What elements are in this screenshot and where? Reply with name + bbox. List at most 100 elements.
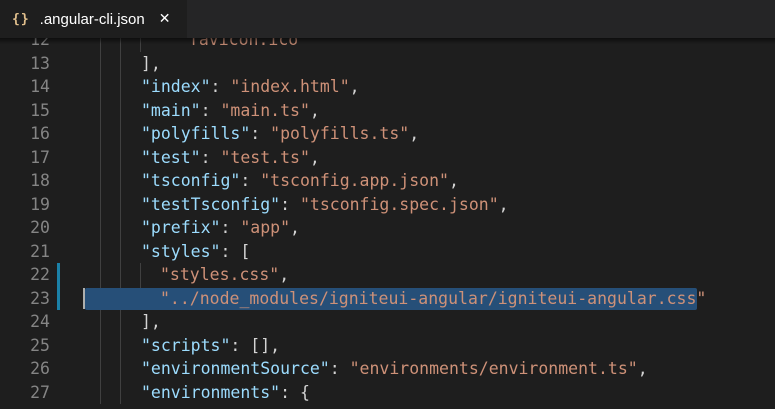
code-line[interactable]: 22 "styles.css", (0, 263, 775, 287)
indent-guide (100, 216, 101, 240)
code-text: "environments": { (141, 381, 310, 405)
code-text: ], (141, 52, 161, 76)
code-text: "polyfills": "polyfills.ts", (141, 122, 419, 146)
indent-guide (120, 169, 121, 193)
indent-guide (120, 357, 121, 381)
line-number: 27 (30, 382, 50, 402)
code-line[interactable]: 25 "scripts": [], (0, 333, 775, 358)
json-string: "tsconfig.spec.json" (299, 194, 499, 214)
json-punctuation: ], (141, 53, 161, 73)
indent-guide (100, 51, 101, 75)
scroll-shadow (0, 38, 775, 44)
code-line[interactable]: 18 "tsconfig": "tsconfig.app.json", (0, 169, 775, 193)
code-line[interactable]: 15 "main": "main.ts", (0, 98, 775, 123)
tab-angular-cli-json[interactable]: {} .angular-cli.json ✕ (0, 0, 187, 38)
line-number: 24 (30, 312, 50, 331)
json-string: "styles.css" (160, 265, 280, 284)
json-punctuation: , (409, 124, 420, 143)
indent-guide (100, 169, 101, 193)
indent-guide (100, 145, 101, 169)
line-number: 26 (30, 359, 50, 378)
code-line[interactable]: 16 "polyfills": "polyfills.ts", (0, 122, 775, 146)
json-punctuation: : { (280, 382, 310, 402)
json-punctuation: : (210, 77, 231, 96)
line-number: 25 (30, 335, 50, 355)
code-line[interactable]: 21 "styles": [ (0, 239, 775, 264)
indent-guide (120, 263, 121, 287)
indent-guide (120, 51, 121, 75)
json-punctuation: , (279, 265, 290, 284)
line-number: 19 (30, 194, 50, 214)
indent-guide (100, 333, 101, 357)
line-number: 13 (30, 53, 50, 73)
json-key: "index" (141, 77, 211, 96)
line-number: 14 (30, 77, 50, 96)
code-text: "environmentSource": "environments/envir… (141, 357, 648, 381)
json-file-icon: {} (12, 11, 30, 27)
code-line[interactable]: 14 "index": "index.html", (0, 75, 775, 99)
code-text: "test": "test.ts", (141, 146, 320, 170)
json-punctuation: : (280, 194, 300, 214)
code-line[interactable]: 27 "environments": { (0, 380, 775, 405)
json-key: "main" (141, 100, 201, 120)
line-number: 23 (30, 288, 50, 308)
code-line[interactable]: 17 "test": "test.ts", (0, 145, 775, 170)
json-string: "test.ts" (220, 147, 310, 167)
indent-guide (100, 310, 101, 334)
json-key: "tsconfig" (141, 171, 241, 190)
code-line[interactable]: 19 "testTsconfig": "tsconfig.spec.json", (0, 192, 775, 217)
json-punctuation: , (309, 147, 320, 167)
json-key: "test" (141, 147, 201, 167)
indent-guide (120, 380, 121, 404)
code-line[interactable]: 13], (0, 51, 775, 76)
json-punctuation: , (498, 194, 509, 214)
indent-guide (100, 239, 101, 263)
text-cursor (83, 287, 85, 309)
json-string: "index.html" (230, 77, 350, 96)
indent-guide (100, 263, 101, 287)
json-punctuation: , (290, 218, 300, 237)
line-number: 21 (30, 241, 50, 261)
code-text: "testTsconfig": "tsconfig.spec.json", (141, 193, 509, 217)
json-punctuation: , (309, 100, 320, 120)
code-text: ], (141, 310, 161, 334)
json-key: "environmentSource" (141, 359, 330, 378)
json-punctuation: : (250, 124, 271, 143)
code-text: "styles": [ (141, 240, 250, 264)
json-string: "environments/environment.ts" (349, 359, 638, 378)
code-line[interactable]: 20 "prefix": "app", (0, 216, 775, 240)
indent-guide (120, 239, 121, 263)
indent-guide (100, 98, 101, 122)
indent-guide (120, 145, 121, 169)
code-text: "index": "index.html", (141, 75, 360, 99)
indent-guide (100, 357, 101, 381)
indent-guide (120, 192, 121, 216)
indent-guide (120, 310, 121, 334)
code-line[interactable]: 23 "../node_modules/igniteui-angular/igni… (0, 286, 775, 311)
code-text: "scripts": [], (141, 334, 280, 358)
json-key: "environments" (141, 382, 281, 402)
json-punctuation: : (240, 171, 261, 190)
json-key: "polyfills" (141, 124, 251, 143)
json-string: "polyfills.ts" (270, 124, 410, 143)
line-number: 17 (30, 147, 50, 167)
modified-line-marker (57, 286, 60, 310)
json-punctuation: : (200, 147, 221, 167)
code-text: "tsconfig": "tsconfig.app.json", (141, 169, 459, 193)
code-text: "main": "main.ts", (141, 99, 320, 123)
indent-guide (100, 192, 101, 216)
code-editor[interactable]: 12"favicon.ico"13],14"index": "index.htm… (0, 38, 775, 409)
code-text: "../node_modules/igniteui-angular/ignite… (160, 287, 706, 311)
line-number: 18 (30, 171, 50, 190)
json-string: "../node_modules/igniteui-angular/ignite… (160, 288, 707, 308)
json-key: "scripts" (141, 335, 231, 355)
code-line[interactable]: 26 "environmentSource": "environments/env… (0, 357, 775, 381)
code-line[interactable]: 24], (0, 310, 775, 334)
json-key: "testTsconfig" (141, 194, 281, 214)
json-punctuation: , (349, 77, 360, 96)
indent-guide (100, 122, 101, 146)
close-icon[interactable]: ✕ (159, 11, 171, 27)
indent-guide (100, 380, 101, 404)
line-number: 15 (30, 100, 50, 120)
modified-line-marker (57, 263, 60, 287)
